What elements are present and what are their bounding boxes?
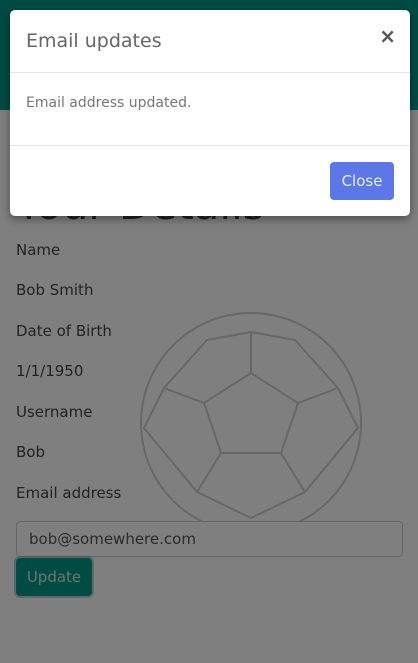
- close-icon[interactable]: ×: [379, 26, 396, 46]
- modal-footer: Close: [10, 145, 410, 217]
- modal-message: Email address updated.: [26, 95, 192, 111]
- modal-body: Email address updated.: [10, 73, 410, 145]
- email-updates-modal: Email updates × Email address updated. C…: [10, 10, 410, 216]
- modal-header: Email updates ×: [10, 10, 410, 73]
- modal-title: Email updates: [26, 30, 162, 52]
- close-button[interactable]: Close: [330, 162, 394, 200]
